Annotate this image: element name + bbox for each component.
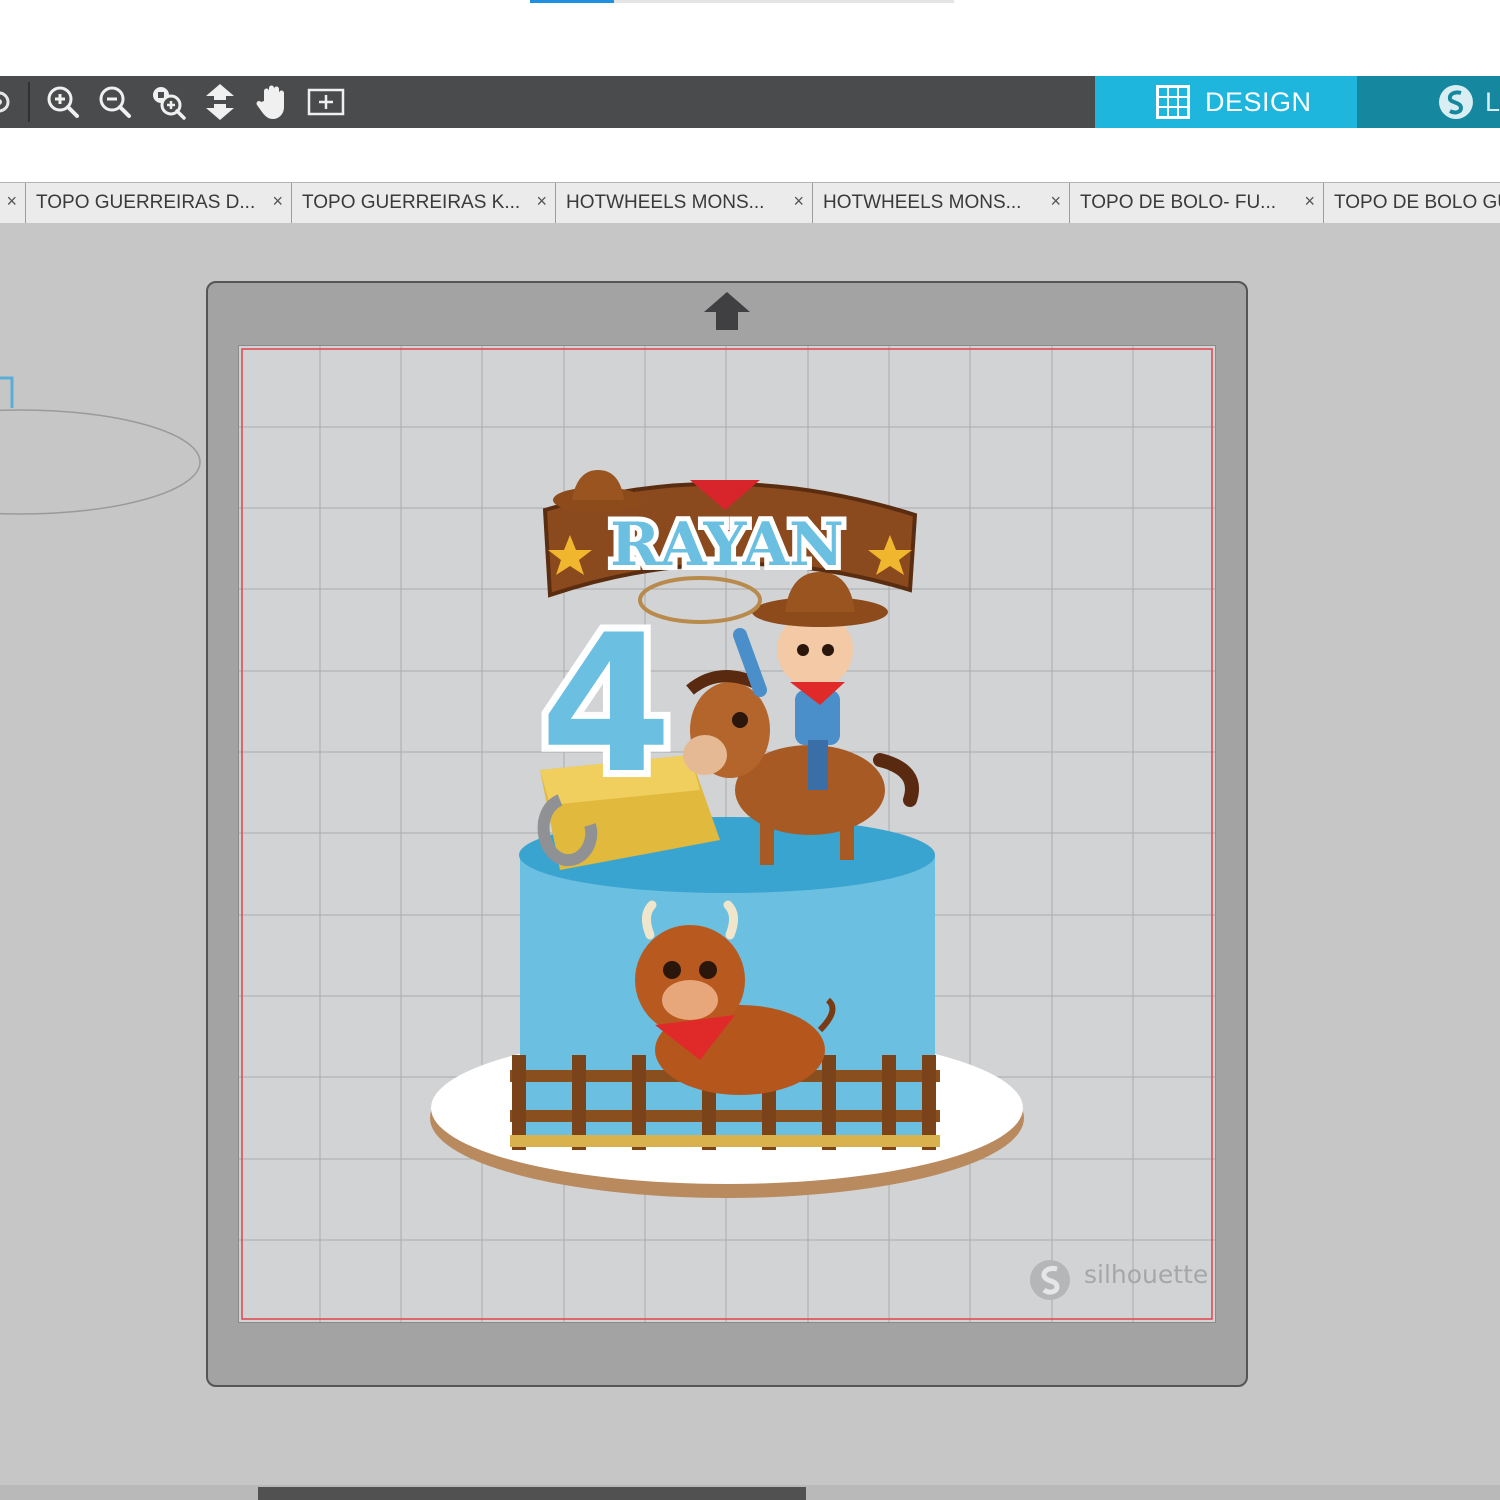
doc-tab[interactable]: TOPO GUERREIRAS K... × bbox=[292, 183, 556, 223]
close-icon[interactable]: × bbox=[6, 191, 17, 212]
horizontal-scrollbar[interactable] bbox=[0, 1485, 1500, 1500]
doc-tab[interactable]: TOPO DE BOLO GU bbox=[1324, 183, 1500, 223]
doc-tab[interactable]: TOPO GUERREIRAS D... × bbox=[26, 183, 292, 223]
silhouette-logo-icon bbox=[1438, 85, 1473, 119]
close-icon[interactable]: × bbox=[272, 191, 283, 212]
horizontal-scrollbar-thumb[interactable] bbox=[258, 1487, 806, 1500]
offpage-shapes[interactable] bbox=[0, 370, 210, 530]
close-icon[interactable]: × bbox=[1304, 191, 1315, 212]
doc-tab-label: HOTWHEELS MONS... bbox=[566, 192, 765, 213]
ribbon-gap bbox=[0, 128, 1500, 182]
cake-topper-design[interactable]: 4 4 RAYAN RAYAN bbox=[425, 455, 1030, 1210]
feed-direction-arrow-icon bbox=[704, 292, 750, 330]
doc-tab-label: TOPO DE BOLO- FU... bbox=[1080, 192, 1277, 213]
tab-library-label: L bbox=[1484, 86, 1500, 117]
zoom-in-icon[interactable] bbox=[40, 76, 86, 128]
svg-text:4: 4 bbox=[540, 594, 672, 815]
doc-tab-label: TOPO GUERREIRAS D... bbox=[36, 192, 256, 213]
loading-progress-bar bbox=[530, 0, 954, 3]
doc-tab-label: TOPO GUERREIRAS K... bbox=[302, 192, 521, 213]
grid-icon bbox=[1156, 85, 1190, 119]
doc-tab[interactable]: HOTWHEELS MONS... × bbox=[813, 183, 1070, 223]
silhouette-watermark-icon bbox=[1030, 1260, 1070, 1300]
toolbar-separator bbox=[28, 82, 30, 122]
silhouette-watermark-text: silhouette bbox=[1084, 1260, 1209, 1289]
close-icon[interactable]: × bbox=[536, 191, 547, 212]
doc-tab[interactable]: HOTWHEELS MONS... × bbox=[556, 183, 813, 223]
age-number: 4 4 bbox=[533, 587, 679, 822]
tab-design[interactable]: DESIGN bbox=[1095, 76, 1357, 128]
add-page-icon[interactable] bbox=[303, 76, 349, 128]
svg-text:RAYAN: RAYAN bbox=[610, 510, 844, 580]
doc-tab-label: HOTWHEELS MONS... bbox=[823, 192, 1022, 213]
tab-design-label: DESIGN bbox=[1205, 86, 1312, 117]
close-icon[interactable]: × bbox=[793, 191, 804, 212]
document-tabs: × TOPO GUERREIRAS D... × TOPO GUERREIRAS… bbox=[0, 182, 1500, 224]
zoom-out-icon[interactable] bbox=[92, 76, 138, 128]
fit-to-page-icon[interactable] bbox=[197, 76, 243, 128]
doc-tab[interactable]: TOPO DE BOLO- FU... × bbox=[1070, 183, 1324, 223]
doc-tab-label: TOPO DE BOLO GU bbox=[1334, 192, 1500, 213]
top-strip bbox=[0, 0, 1500, 76]
settings-icon[interactable] bbox=[0, 76, 16, 128]
name-sign: RAYAN RAYAN bbox=[542, 470, 918, 598]
close-icon[interactable]: × bbox=[1050, 191, 1061, 212]
doc-tab-partial[interactable]: × bbox=[0, 183, 26, 223]
pan-hand-icon[interactable] bbox=[250, 76, 296, 128]
loading-progress-fill bbox=[530, 0, 614, 3]
zoom-selected-icon[interactable] bbox=[145, 76, 191, 128]
tab-library[interactable]: L bbox=[1357, 76, 1500, 128]
